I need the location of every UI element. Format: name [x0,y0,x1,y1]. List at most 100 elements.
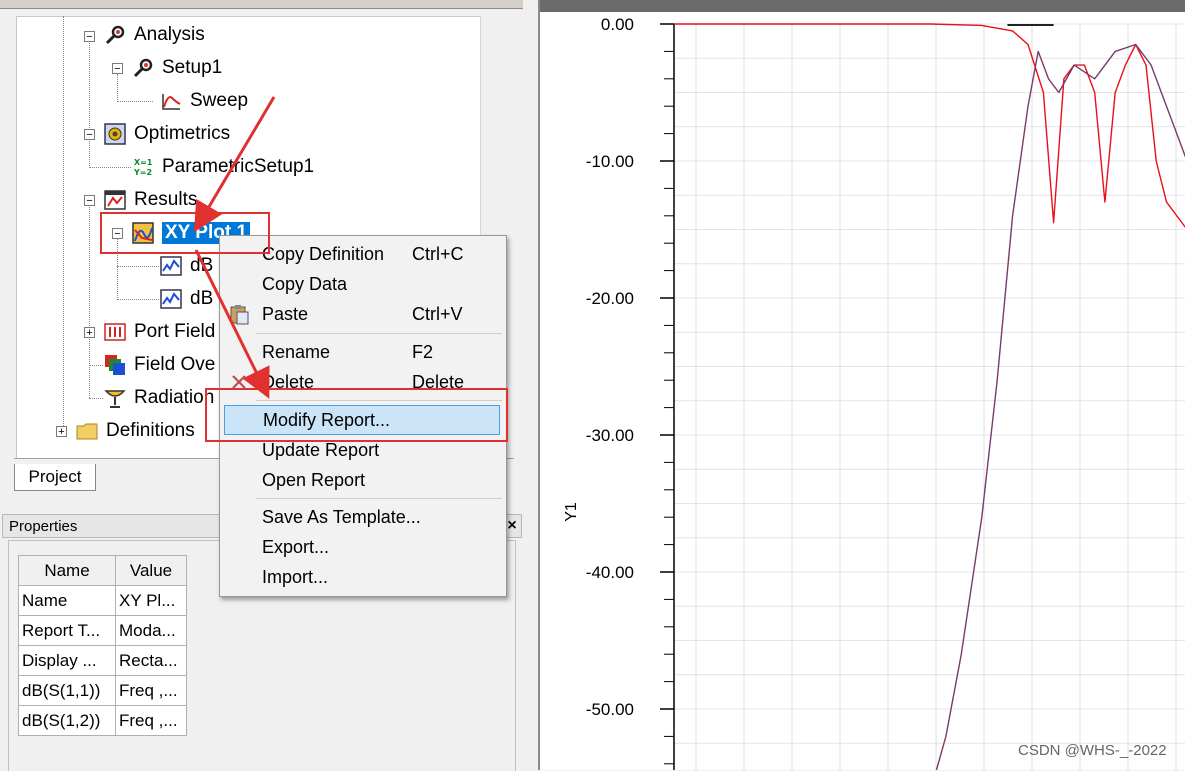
menu-shortcut: Ctrl+V [412,304,463,325]
menu-item-open-report[interactable]: Open Report [220,466,506,494]
menu-shortcut: F2 [412,342,433,363]
svg-text:Y=2: Y=2 [133,168,152,177]
tree-item-analysis[interactable]: Analysis [104,22,205,48]
collapse-analysis-toggle[interactable]: − [84,31,95,42]
trace-icon [160,288,182,310]
tree-label: Field Ove [134,354,215,376]
watermark-text: CSDN @WHS-_-2022 [1018,742,1167,759]
menu-label: Copy Data [262,274,347,295]
tab-project[interactable]: Project [14,464,96,491]
pane-title-bar [0,0,523,9]
expand-port-field-toggle[interactable]: + [84,327,95,338]
tree-item-setup1[interactable]: Setup1 [132,55,222,81]
menu-item-save-as-template[interactable]: Save As Template... [220,503,506,531]
tree-label: Analysis [134,24,205,46]
menu-label: Export... [262,537,329,558]
tree-item-optimetrics[interactable]: Optimetrics [104,121,230,147]
menu-item-rename[interactable]: Rename F2 [220,338,506,366]
column-header-value[interactable]: Value [116,556,187,586]
xy-plot-chart[interactable]: 0.00 -10.00 -20.00 -30.00 -40.00 -50.00 Y1 [540,0,1185,770]
tree-label: Radiation [134,387,214,409]
property-value[interactable]: Freq ,... [116,676,187,706]
tree-item-definitions[interactable]: Definitions [76,418,195,444]
tree-label: Setup1 [162,57,222,79]
property-value[interactable]: Freq ,... [116,706,187,736]
table-row[interactable]: dB(S(1,2)) Freq ,... [19,706,187,736]
port-field-icon [104,321,126,343]
menu-item-import[interactable]: Import... [220,563,506,591]
annotation-box-xy-plot [100,212,270,254]
tree-label: dB [190,288,213,310]
property-name: dB(S(1,1)) [19,676,116,706]
optimetrics-icon [104,123,126,145]
annotation-box-modify-report [205,388,508,442]
property-value[interactable]: Recta... [116,646,187,676]
trace-icon [160,255,182,277]
property-value[interactable]: XY Pl... [116,586,187,616]
tree-item-radiation[interactable]: Radiation [104,385,214,411]
tree-label: Port Field [134,321,215,343]
tree-label: Results [134,189,197,211]
y-tick-label: -40.00 [586,563,634,582]
y-tick-label: -50.00 [586,700,634,719]
expand-definitions-toggle[interactable]: + [56,426,67,437]
menu-item-paste[interactable]: Paste Ctrl+V [220,300,506,328]
collapse-results-toggle[interactable]: − [84,195,95,206]
y-tick-label: -30.00 [586,426,634,445]
menu-separator [256,333,502,334]
analysis-icon [104,24,126,46]
results-icon [104,189,126,211]
tree-item-trace-2[interactable]: dB [160,286,213,312]
report-plot-window[interactable]: 0.00 -10.00 -20.00 -30.00 -40.00 -50.00 Y1 [538,0,1185,770]
paste-icon [228,303,250,325]
tree-label: dB [190,255,213,277]
property-name: Report T... [19,616,116,646]
tree-label: ParametricSetup1 [162,156,314,178]
parametric-icon: X=1Y=2 [132,156,154,178]
tree-item-results[interactable]: Results [104,187,197,213]
folder-icon [76,420,98,442]
tree-item-sweep[interactable]: Sweep [160,88,248,114]
y-tick-label: -10.00 [586,152,634,171]
tree-item-field-overlays[interactable]: Field Ove [104,352,215,378]
tree-item-port-field[interactable]: Port Field [104,319,215,345]
tree-label: Definitions [106,420,195,442]
radiation-icon [104,387,126,409]
menu-label: Paste [262,304,308,325]
collapse-setup-toggle[interactable]: − [112,63,123,74]
property-name: Display ... [19,646,116,676]
table-row[interactable]: Report T... Moda... [19,616,187,646]
menu-label: Open Report [262,470,365,491]
y-axis-label: Y1 [563,502,580,522]
menu-label: Import... [262,567,328,588]
menu-label: Copy Definition [262,244,384,265]
menu-label: Update Report [262,440,379,461]
tree-label: Optimetrics [134,123,230,145]
menu-item-export[interactable]: Export... [220,533,506,561]
sweep-icon [160,90,182,112]
menu-item-copy-data[interactable]: Copy Data [220,270,506,298]
properties-table: Name Value Name XY Pl... Report T... Mod… [18,555,187,736]
y-tick-label: -20.00 [586,289,634,308]
property-name: Name [19,586,116,616]
table-row[interactable]: Display ... Recta... [19,646,187,676]
table-row[interactable]: dB(S(1,1)) Freq ,... [19,676,187,706]
svg-text:X=1: X=1 [134,158,153,167]
setup-icon [132,57,154,79]
property-name: dB(S(1,2)) [19,706,116,736]
y-tick-label: 0.00 [601,15,634,34]
collapse-optimetrics-toggle[interactable]: − [84,129,95,140]
trace-line-2[interactable] [931,45,1185,771]
menu-shortcut: Ctrl+C [412,244,464,265]
field-overlays-icon [104,354,126,376]
menu-label: Rename [262,342,330,363]
tree-item-parametric-setup[interactable]: X=1Y=2 ParametricSetup1 [132,154,314,180]
tree-item-trace-1[interactable]: dB [160,253,213,279]
table-row[interactable]: Name XY Pl... [19,586,187,616]
property-value[interactable]: Moda... [116,616,187,646]
menu-separator [256,498,502,499]
column-header-name[interactable]: Name [19,556,116,586]
table-header-row: Name Value [19,556,187,586]
menu-label: Save As Template... [262,507,421,528]
tree-label: Sweep [190,90,248,112]
